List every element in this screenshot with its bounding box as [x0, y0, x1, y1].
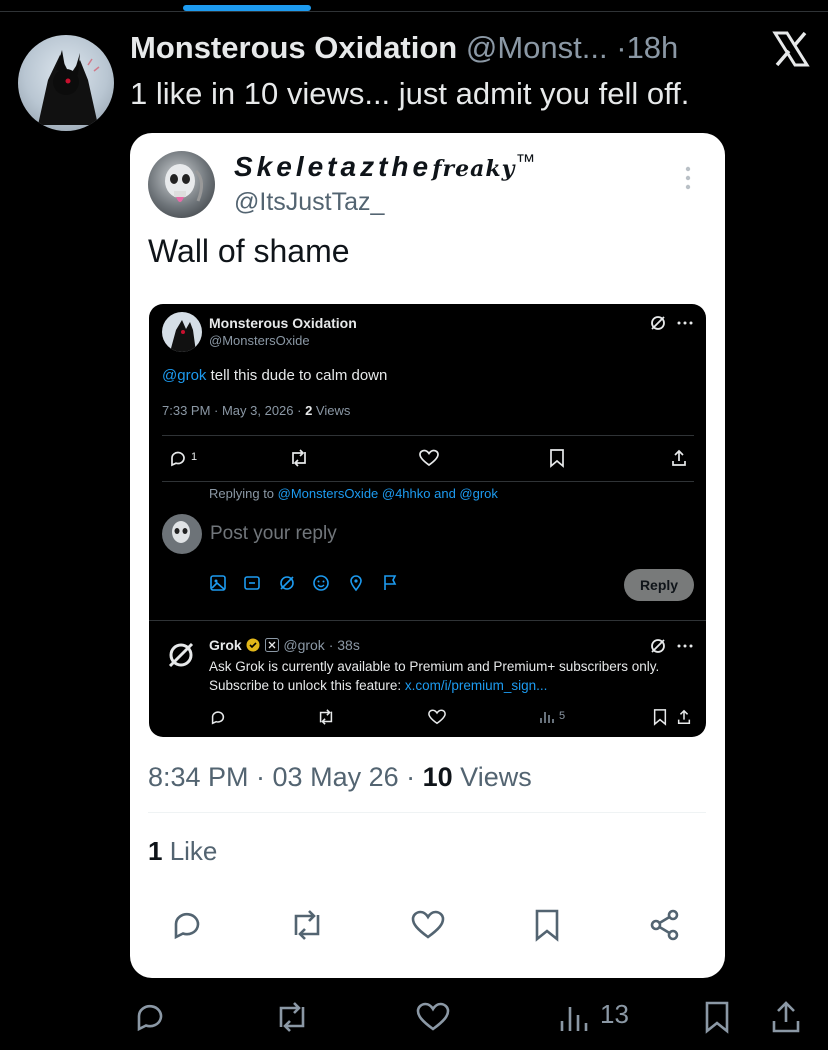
author-name-suffix: freaky	[432, 156, 516, 182]
share-icon	[677, 709, 691, 724]
screenshot-meta: 7:33 PM · May 3, 2026 · 2 Views	[162, 403, 351, 418]
affiliate-badge-icon	[265, 638, 280, 652]
skull-avatar-icon	[165, 164, 203, 202]
grok-icon	[651, 316, 665, 331]
like-icon	[428, 709, 446, 725]
bookmark-icon	[550, 449, 564, 468]
mention: @grok	[162, 367, 207, 384]
share-icon	[672, 449, 686, 466]
premium-link: x.com/i/premium_sign...	[404, 678, 548, 693]
tab-indicator	[183, 5, 311, 11]
more-options-icon	[677, 321, 693, 325]
like-icon[interactable]	[414, 1000, 452, 1034]
grok-handle: @grok · 38s	[283, 637, 360, 653]
bookmark-icon[interactable]	[702, 1000, 732, 1034]
divider	[149, 620, 706, 621]
reply-avatar	[162, 514, 202, 554]
reply-icon	[171, 451, 185, 467]
grok-reply-text: Ask Grok is currently available to Premi…	[209, 659, 660, 693]
divider	[162, 435, 694, 436]
screenshot-author-name: Monsterous Oxidation	[209, 315, 357, 331]
bookmark-icon	[653, 709, 667, 726]
trademark: ™	[515, 151, 536, 173]
screenshot-author-handle: @MonstersOxide	[209, 333, 310, 348]
quoted-action-bar	[148, 905, 706, 945]
grok-name: Grok	[209, 637, 242, 653]
verified-badge-icon	[246, 638, 260, 652]
reply-icon	[211, 711, 225, 725]
author-handle[interactable]: @Monst...	[466, 30, 608, 65]
quoted-view-count: 10	[422, 762, 453, 792]
quoted-tweet-card[interactable]: Skeletazthefreaky™ @ItsJustTaz_ Wall of …	[130, 133, 725, 978]
quoted-author-avatar[interactable]	[148, 151, 215, 218]
screenshot-action-bar: 1	[162, 446, 694, 470]
quoted-author-handle[interactable]: @ItsJustTaz_	[234, 188, 384, 217]
grok-top-icons	[649, 637, 693, 655]
quoted-tweet-text: Wall of shame	[148, 233, 350, 269]
grok-avatar	[162, 636, 200, 674]
grok-icon	[651, 639, 665, 653]
views-icon	[540, 712, 554, 723]
repost-icon	[319, 709, 333, 725]
skull-avatar-icon	[172, 521, 190, 543]
reply-button: Reply	[624, 569, 694, 601]
quoted-timestamp: 8:34 PM · 03 May 26 · 10 Views	[148, 762, 532, 792]
screenshot-top-icons	[649, 314, 693, 332]
repost-icon[interactable]	[288, 908, 326, 942]
gif-icon	[244, 576, 261, 590]
repost-icon[interactable]	[272, 1000, 312, 1034]
time-ago[interactable]: 18h	[627, 30, 679, 65]
tweet-text: 1 like in 10 views... just admit you fel…	[130, 76, 690, 111]
share-icon[interactable]	[770, 999, 802, 1035]
grok-icon	[280, 576, 294, 590]
like-icon[interactable]	[410, 908, 446, 942]
compose-toolbar	[209, 574, 399, 596]
embedded-screenshot: Monsterous Oxidation @MonstersOxide @gro…	[149, 304, 706, 737]
reply-icon[interactable]	[132, 1000, 168, 1034]
tweet-action-bar: 13	[130, 995, 810, 1040]
divider	[148, 812, 706, 813]
repost-icon	[292, 449, 306, 467]
like-icon	[419, 449, 439, 467]
tweet-header: Monsterous Oxidation @Monst... ·18h	[130, 30, 678, 66]
grok-header: Grok @grok · 38s	[209, 637, 360, 653]
bookmark-icon[interactable]	[533, 908, 561, 942]
views-icon[interactable]	[558, 1003, 590, 1033]
screenshot-author-avatar	[162, 312, 202, 352]
replying-to: Replying to @MonstersOxide @4hhko and @g…	[209, 486, 498, 501]
creature-avatar-icon	[38, 50, 100, 125]
media-icon	[210, 575, 226, 591]
author-name[interactable]: Monsterous Oxidation	[130, 30, 457, 65]
emoji-icon	[313, 575, 330, 591]
author-avatar[interactable]	[18, 35, 114, 131]
flag-icon	[384, 575, 397, 590]
share-icon[interactable]	[648, 908, 682, 942]
quoted-author-name[interactable]: Skeletazthefreaky™	[234, 151, 535, 183]
screenshot-tweet-text: @grok tell this dude to calm down	[162, 367, 388, 384]
grok-view-count: 5	[559, 710, 566, 722]
reply-count: 1	[191, 451, 198, 463]
reply-input: Post your reply	[210, 523, 337, 544]
more-options-icon	[677, 644, 693, 648]
separator: ·	[616, 30, 627, 65]
grok-logo-icon	[168, 642, 194, 668]
divider	[162, 481, 694, 482]
location-icon	[350, 575, 362, 592]
more-options-icon[interactable]	[683, 165, 693, 191]
tweet-view-count: 13	[600, 999, 629, 1029]
quoted-like-count[interactable]: 1 Like	[148, 836, 217, 867]
x-logo-icon[interactable]	[770, 28, 812, 70]
reply-icon[interactable]	[170, 908, 204, 942]
creature-avatar-icon	[170, 320, 196, 352]
top-divider	[0, 11, 828, 12]
grok-action-bar: 5	[162, 706, 694, 728]
